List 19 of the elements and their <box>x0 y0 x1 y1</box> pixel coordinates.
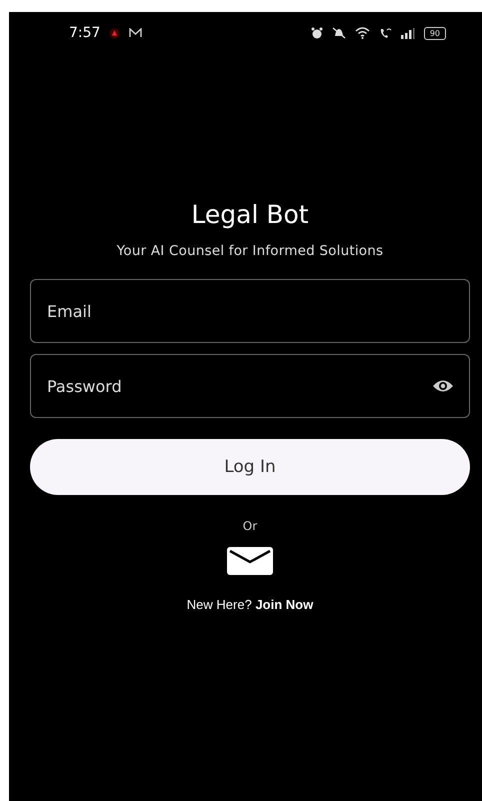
envelope-icon[interactable] <box>227 547 273 575</box>
or-divider-text: Or <box>242 519 258 533</box>
login-button[interactable]: Log In <box>30 439 470 495</box>
wifi-icon <box>354 27 370 39</box>
app-title: Legal Bot <box>191 200 309 229</box>
alarm-icon <box>310 27 323 39</box>
signup-prompt: New Here? Join Now <box>186 597 314 612</box>
alert-icon <box>109 28 120 38</box>
clock-time: 7:57 <box>69 25 100 41</box>
app-tagline: Your AI Counsel for Informed Solutions <box>116 243 384 259</box>
mail-icon <box>129 28 142 38</box>
wifi-call-icon <box>378 27 392 39</box>
battery-level: 90 <box>424 26 446 40</box>
join-now-link[interactable]: Join Now <box>255 597 314 612</box>
signal-icon <box>400 28 415 38</box>
password-field[interactable]: Password <box>30 354 470 418</box>
eye-icon[interactable] <box>432 379 454 393</box>
email-field[interactable]: Email <box>30 279 470 343</box>
mute-icon <box>332 27 346 39</box>
